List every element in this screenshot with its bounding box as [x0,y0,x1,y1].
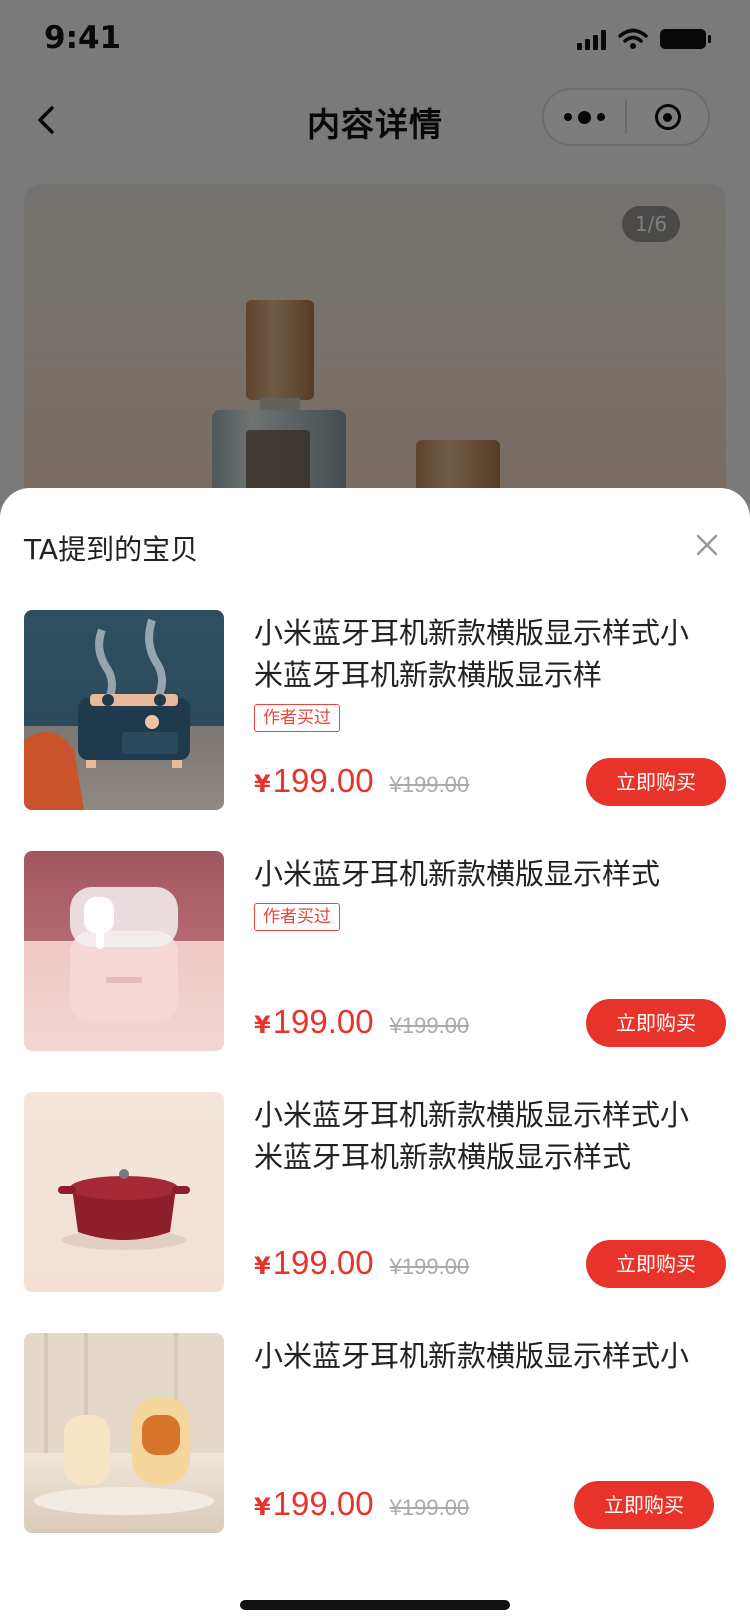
original-price: ¥199.00 [389,1495,470,1520]
product-name[interactable]: 小米蓝牙耳机新款横版显示样式小米蓝牙耳机新款横版显示样 [254,612,704,696]
buy-now-button[interactable]: 立即购买 [574,1481,714,1529]
current-price: 199.00 [272,1244,374,1281]
product-item[interactable]: 小米蓝牙耳机新款横版显示样式小米蓝牙耳机新款横版显示样 作者买过 ¥ 199.0… [24,610,726,810]
product-item[interactable]: 小米蓝牙耳机新款横版显示样式 作者买过 ¥ 199.00 ¥199.00 立即购… [24,851,726,1051]
price-row: ¥ 199.00 ¥199.00 [254,1485,469,1523]
author-bought-tag: 作者买过 [254,704,340,732]
product-item[interactable]: 小米蓝牙耳机新款横版显示样式小米蓝牙耳机新款横版显示样式 ¥ 199.00 ¥1… [24,1092,726,1292]
product-thumb-hand-warmers[interactable] [24,1333,224,1533]
product-item[interactable]: 小米蓝牙耳机新款横版显示样式小 ¥ 199.00 ¥199.00 立即购买 [24,1333,726,1533]
original-price: ¥199.00 [389,1013,470,1038]
product-thumb-red-pot[interactable] [24,1092,224,1292]
product-name[interactable]: 小米蓝牙耳机新款横版显示样式小 [254,1335,704,1377]
hand-warmers-image [24,1333,224,1515]
red-pot-image [58,1169,190,1250]
home-indicator [240,1600,510,1610]
price-row: ¥ 199.00 ¥199.00 [254,762,469,800]
price-row: ¥ 199.00 ¥199.00 [254,1003,469,1041]
mentioned-products-sheet: TA提到的宝贝 小米蓝牙耳机新款横版显示样式小米蓝牙耳机新款横版显示样 作者买过… [0,488,750,1624]
currency-symbol: ¥ [254,770,271,798]
current-price: 199.00 [272,762,374,799]
original-price: ¥199.00 [389,1254,470,1279]
humidifier-image [24,618,190,810]
buy-now-button[interactable]: 立即购买 [586,758,726,806]
product-name[interactable]: 小米蓝牙耳机新款横版显示样式 [254,853,704,895]
currency-symbol: ¥ [254,1252,271,1280]
sheet-title: TA提到的宝贝 [24,533,199,566]
price-row: ¥ 199.00 ¥199.00 [254,1244,469,1282]
original-price: ¥199.00 [389,772,470,797]
buy-now-button[interactable]: 立即购买 [586,1240,726,1288]
product-thumb-humidifier[interactable] [24,610,224,810]
current-price: 199.00 [272,1003,374,1040]
currency-symbol: ¥ [254,1493,271,1521]
current-price: 199.00 [272,1485,374,1522]
product-thumb-earbuds[interactable] [24,851,224,1051]
author-bought-tag: 作者买过 [254,903,340,931]
earbuds-case-image [70,887,178,1023]
currency-symbol: ¥ [254,1011,271,1039]
product-name[interactable]: 小米蓝牙耳机新款横版显示样式小米蓝牙耳机新款横版显示样式 [254,1094,704,1178]
buy-now-button[interactable]: 立即购买 [586,999,726,1047]
close-icon[interactable] [694,532,720,558]
